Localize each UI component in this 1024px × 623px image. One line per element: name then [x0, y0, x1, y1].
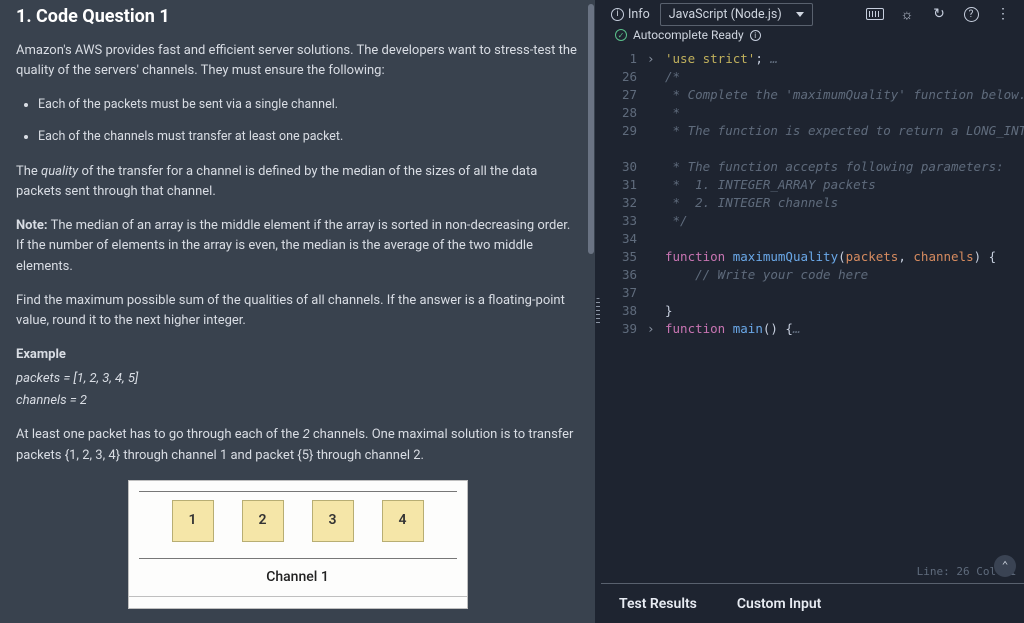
check-icon: ✓: [615, 29, 627, 41]
illustration: 1 2 3 4 Channel 1: [128, 480, 468, 610]
example-channels: channels = 2: [16, 391, 579, 411]
fold-marker[interactable]: ›: [647, 320, 655, 338]
code-editor[interactable]: 12627282930313233343536373839 › › 'use s…: [601, 46, 1024, 583]
info-icon: i: [611, 8, 624, 21]
packet-box: 4: [382, 500, 424, 542]
chevron-down-icon: [796, 12, 804, 17]
packet-box: 3: [312, 500, 354, 542]
bottom-tabs: Test Results Custom Input: [601, 583, 1024, 623]
problem-panel: 1. Code Question 1 Amazon's AWS provides…: [0, 0, 595, 623]
example-packets: packets = [1, 2, 3, 4, 5]: [16, 369, 579, 389]
quality-definition: The quality of the transfer for a channe…: [16, 162, 579, 202]
more-icon[interactable]: ⋮: [992, 5, 1014, 23]
fold-marker[interactable]: ›: [647, 50, 655, 68]
expand-button[interactable]: ⌃: [994, 555, 1016, 577]
tab-custom-input[interactable]: Custom Input: [737, 596, 822, 612]
line-gutter: 12627282930313233343536373839: [601, 46, 645, 338]
tab-test-results[interactable]: Test Results: [619, 596, 697, 612]
example-heading: Example: [16, 345, 579, 365]
keyboard-icon[interactable]: [864, 5, 886, 23]
note-text: Note: The median of an array is the midd…: [16, 216, 579, 276]
constraint-item: Each of the channels must transfer at le…: [38, 127, 579, 146]
question-title: 1. Code Question 1: [16, 0, 579, 41]
theme-icon[interactable]: ☼: [896, 5, 918, 23]
code-content[interactable]: 'use strict'; …/* * Complete the 'maximu…: [665, 50, 1020, 338]
left-scrollbar[interactable]: [587, 0, 595, 623]
info-link[interactable]: i Info: [611, 7, 650, 22]
channel-label: Channel 1: [139, 559, 457, 597]
example-explanation: At least one packet has to go through ea…: [16, 425, 579, 465]
packet-box: 1: [172, 500, 214, 542]
editor-panel: i Info JavaScript (Node.js) ☼ ↻ ? ⋮ ✓ Au…: [601, 0, 1024, 623]
packet-box: 2: [242, 500, 284, 542]
task-text: Find the maximum possible sum of the qua…: [16, 291, 579, 331]
constraint-item: Each of the packets must be sent via a s…: [38, 95, 579, 114]
reset-icon[interactable]: ↻: [928, 5, 950, 23]
autocomplete-status[interactable]: ✓ Autocomplete Ready i: [601, 28, 1024, 46]
language-select[interactable]: JavaScript (Node.js): [660, 3, 813, 26]
info-icon: i: [750, 30, 761, 41]
constraints-list: Each of the packets must be sent via a s…: [16, 95, 579, 146]
help-icon[interactable]: ?: [960, 5, 982, 23]
intro-text: Amazon's AWS provides fast and efficient…: [16, 41, 579, 81]
